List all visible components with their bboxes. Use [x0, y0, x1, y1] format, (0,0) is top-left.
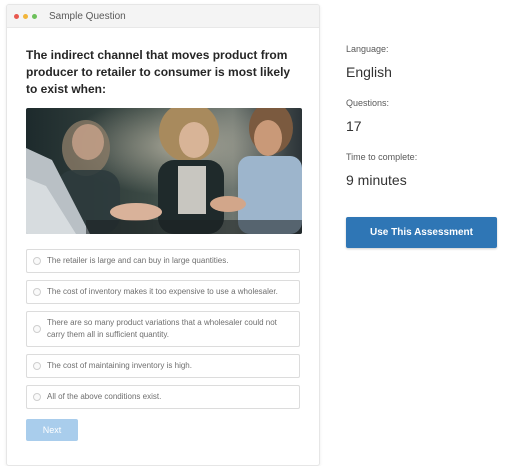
answer-option-4[interactable]: The cost of maintaining inventory is hig…: [26, 354, 300, 378]
minimize-dot-icon: [23, 13, 28, 19]
radio-button[interactable]: [33, 257, 41, 265]
window-titlebar: Sample Question: [7, 5, 319, 28]
office-team-photo: [26, 108, 302, 234]
answer-option-label: There are so many product variations tha…: [47, 318, 277, 339]
next-button[interactable]: Next: [26, 419, 78, 441]
answer-option-label: The cost of maintaining inventory is hig…: [47, 361, 192, 370]
radio-button[interactable]: [33, 325, 41, 333]
questions-label: Questions:: [346, 98, 390, 108]
answer-option-2[interactable]: The cost of inventory makes it too expen…: [26, 280, 300, 304]
question-card: Sample Question The indirect channel tha…: [6, 4, 320, 466]
answer-option-1[interactable]: The retailer is large and can buy in lar…: [26, 249, 300, 273]
language-value: English: [346, 64, 392, 80]
language-label: Language:: [346, 44, 389, 54]
radio-button[interactable]: [33, 288, 41, 296]
question-text: The indirect channel that moves product …: [26, 48, 291, 96]
question-image: [26, 108, 302, 234]
use-assessment-button[interactable]: Use This Assessment: [346, 217, 497, 248]
answer-option-5[interactable]: All of the above conditions exist.: [26, 385, 300, 409]
radio-button[interactable]: [33, 362, 41, 370]
close-dot-icon: [14, 13, 19, 19]
answer-option-label: The retailer is large and can buy in lar…: [47, 256, 229, 265]
answer-option-label: The cost of inventory makes it too expen…: [47, 287, 278, 296]
time-value: 9 minutes: [346, 172, 407, 188]
window-controls: [14, 13, 37, 19]
time-label: Time to complete:: [346, 152, 418, 162]
radio-button[interactable]: [33, 393, 41, 401]
answer-option-3[interactable]: There are so many product variations tha…: [26, 311, 300, 347]
questions-value: 17: [346, 118, 362, 134]
window-title: Sample Question: [49, 10, 126, 22]
maximize-dot-icon: [32, 13, 37, 19]
answer-option-label: All of the above conditions exist.: [47, 392, 162, 401]
